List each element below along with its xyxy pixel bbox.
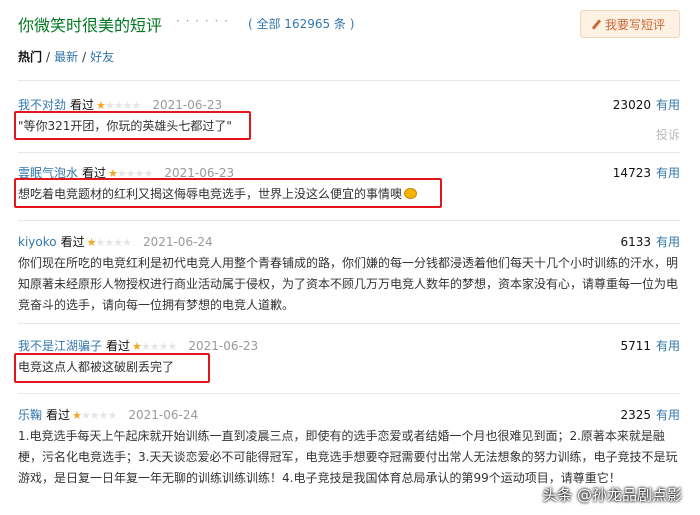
review-date: 2021-06-23 [188, 339, 259, 353]
filter-separator: / [82, 50, 87, 64]
section-header: 你微笑时很美的短评 · · · · · · ( 全部 162965 条 ) 我要… [18, 10, 680, 38]
vote-count: 6133 [620, 235, 651, 249]
review-meta: 我不是江湖骗子 看过 ★★★★★ 2021-06-23 5711 有用 [18, 337, 680, 353]
divider [18, 393, 680, 394]
report-button[interactable]: 投诉 [656, 126, 680, 143]
useful-button[interactable]: 有用 [656, 166, 680, 180]
review-content: 你们现在所吃的电竞红利是初代电竞人用整个青春铺成的路，你们嫌的每一分钱都浸透着他… [18, 256, 679, 312]
review-meta: 我不对劲 看过 ★★★★★ 2021-06-23 23020 有用 [18, 96, 680, 112]
write-review-button[interactable]: 我要写短评 [580, 10, 680, 38]
vote-area: 5711 有用 [620, 337, 680, 354]
rating-stars: ★★★★★ [86, 236, 132, 249]
watched-label: 看过 [46, 408, 71, 422]
divider [18, 152, 680, 153]
review-content: 1.电竞选手每天上午起床就开始训练一直到凌晨三点，即使有的选手恋爱或者结婚一个月… [18, 429, 678, 485]
review-item: 乐鞠 看过 ★★★★★ 2021-06-24 2325 有用 1.电竞选手每天上午起床就… [18, 406, 680, 489]
useful-button[interactable]: 有用 [656, 98, 680, 112]
review-date: 2021-06-23 [152, 98, 223, 112]
rating-stars: ★★★★★ [72, 409, 117, 422]
review-meta: kiyoko 看过 ★★★★★ 2021-06-24 6133 有用 [18, 233, 680, 249]
useful-button[interactable]: 有用 [656, 339, 680, 353]
review-author[interactable]: kiyoko [18, 235, 57, 249]
review-item: kiyoko 看过 ★★★★★ 2021-06-24 6133 有用 你们现在所吃的电竞… [18, 233, 680, 316]
watched-label: 看过 [60, 235, 85, 249]
title-dots: · · · · · · [176, 14, 229, 28]
section-title: 你微笑时很美的短评 [18, 16, 163, 35]
vote-count: 14723 [612, 166, 651, 180]
review-meta: 乐鞠 看过 ★★★★★ 2021-06-24 2325 有用 [18, 406, 680, 422]
review-date: 2021-06-24 [142, 235, 213, 249]
watched-label: 看过 [70, 98, 95, 112]
useful-button[interactable]: 有用 [656, 408, 680, 422]
vote-count: 2325 [620, 408, 651, 422]
highlight-box [14, 353, 210, 383]
divider [18, 220, 680, 221]
rating-stars: ★★★★★ [132, 340, 177, 353]
vote-count: 23020 [612, 98, 651, 112]
review-author[interactable]: 我不是江湖骗子 [18, 339, 102, 353]
watermark: 头条 @孙龙品剧点影 [542, 486, 682, 504]
vote-count: 5711 [620, 339, 651, 353]
vote-area: 2325 有用 [620, 406, 680, 423]
watched-label: 看过 [106, 339, 131, 353]
vote-area: 14723 有用 [613, 164, 680, 181]
divider [18, 323, 680, 324]
filter-latest[interactable]: 最新 [54, 50, 78, 64]
review-date: 2021-06-24 [128, 408, 199, 422]
useful-button[interactable]: 有用 [656, 235, 680, 249]
review-author[interactable]: 我不对劲 [18, 98, 66, 112]
highlight-box [14, 178, 442, 208]
filter-friends[interactable]: 好友 [90, 50, 114, 64]
pencil-icon [591, 18, 602, 30]
vote-area: 6133 有用 [620, 233, 680, 250]
review-author[interactable]: 乐鞠 [18, 408, 42, 422]
filter-hot[interactable]: 热门 [18, 50, 42, 64]
sort-filters: 热门 / 最新 / 好友 [18, 48, 114, 65]
vote-area: 23020 有用 [613, 96, 680, 113]
write-review-label: 我要写短评 [604, 17, 665, 32]
filter-separator: / [46, 50, 51, 64]
divider [18, 80, 680, 81]
highlight-box [14, 111, 251, 140]
all-reviews-count-link[interactable]: ( 全部 162965 条 ) [248, 15, 354, 32]
